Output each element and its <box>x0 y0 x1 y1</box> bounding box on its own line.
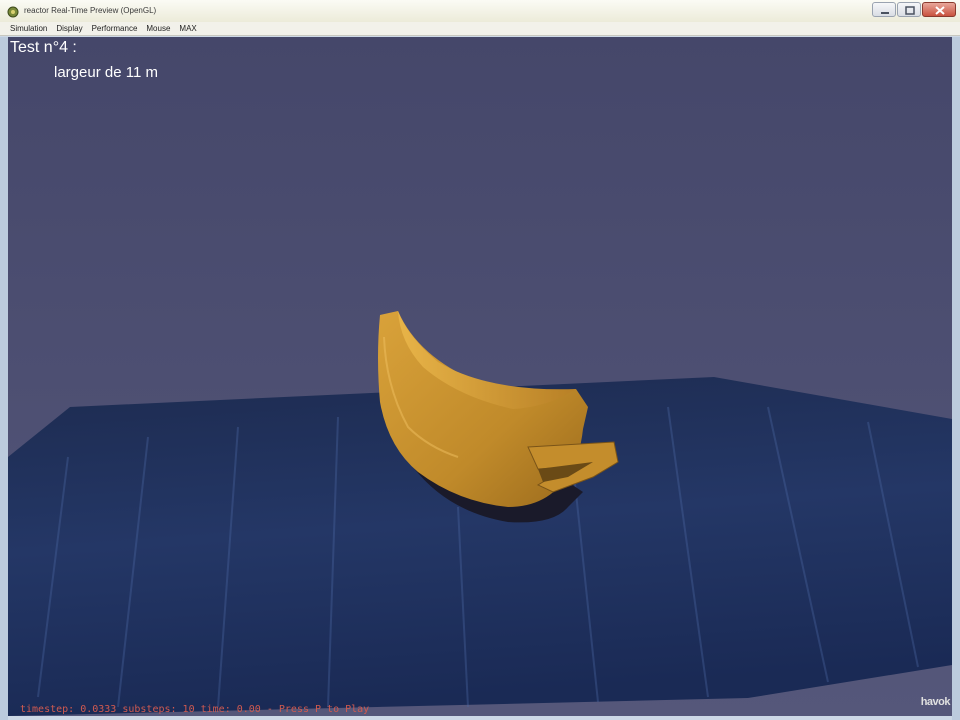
window-frame-left <box>0 37 8 720</box>
menu-bar: Simulation Display Performance Mouse MAX <box>0 22 960 36</box>
minimize-icon <box>881 12 889 14</box>
close-button[interactable] <box>922 2 956 17</box>
menu-display[interactable]: Display <box>56 24 82 33</box>
minimize-button[interactable] <box>872 2 896 17</box>
simulation-status: timestep: 0.0333 substeps: 10 time: 0.00… <box>20 704 370 715</box>
window-controls <box>872 2 956 18</box>
3d-scene <box>8 37 952 716</box>
window-title: reactor Real-Time Preview (OpenGL) <box>24 6 157 15</box>
menu-performance[interactable]: Performance <box>92 24 138 33</box>
preview-window: reactor Real-Time Preview (OpenGL) Simul… <box>0 0 960 720</box>
maximize-button[interactable] <box>897 2 921 17</box>
app-icon <box>7 6 19 18</box>
maximize-icon <box>905 6 915 15</box>
menu-max[interactable]: MAX <box>179 24 196 33</box>
title-bar[interactable]: reactor Real-Time Preview (OpenGL) <box>0 0 960 23</box>
test-title: Test n°4 : <box>10 39 77 56</box>
close-icon <box>935 6 945 15</box>
menu-simulation[interactable]: Simulation <box>10 24 47 33</box>
menu-mouse[interactable]: Mouse <box>146 24 170 33</box>
opengl-viewport[interactable]: Test n°4 : largeur de 11 m timestep: 0.0… <box>8 37 952 716</box>
window-frame-right <box>952 37 960 720</box>
test-subtitle: largeur de 11 m <box>54 64 158 81</box>
havok-logo: havok <box>920 696 951 708</box>
